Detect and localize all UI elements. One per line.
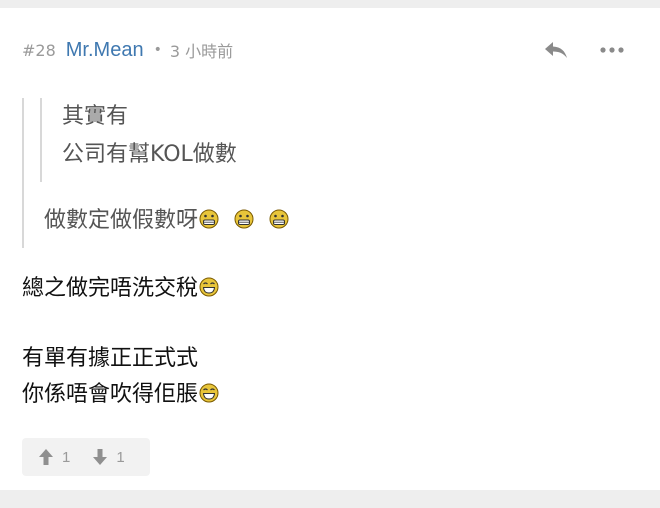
body-line: 總之做完唔洗交稅 bbox=[22, 274, 219, 304]
nested-quote-line: 其實有 bbox=[62, 104, 129, 129]
downvote-count: 1 bbox=[116, 448, 125, 466]
reply-icon bbox=[545, 42, 567, 58]
more-options-button[interactable] bbox=[598, 39, 626, 61]
grin-emoji-icon bbox=[234, 208, 254, 229]
grin-emoji-icon bbox=[199, 208, 219, 229]
floor-number: #28 bbox=[22, 40, 56, 60]
upvote-arrow-icon bbox=[39, 449, 53, 465]
reply-button[interactable] bbox=[543, 39, 569, 61]
laugh-emoji-icon bbox=[199, 276, 219, 297]
comment-header: #28 Mr.Mean • 3 小時前 bbox=[22, 38, 233, 62]
body-line: 你係唔會吹得佢脹 bbox=[22, 380, 219, 410]
downvote-arrow-icon bbox=[93, 449, 108, 465]
upvote-button[interactable]: 1 bbox=[38, 438, 70, 476]
nested-quote-line: 公司有幫KOL做數 bbox=[62, 142, 237, 167]
vote-bar: 1 1 bbox=[22, 438, 150, 476]
body-line: 有單有據正正式式 bbox=[22, 346, 199, 371]
downvote-button[interactable]: 1 bbox=[92, 438, 125, 476]
meta-separator: • bbox=[153, 42, 162, 58]
comment-card: #28 Mr.Mean • 3 小時前 其實有 公司有幫KOL做數 做數定做假數… bbox=[0, 8, 660, 490]
post-time: 3 小時前 bbox=[169, 42, 234, 61]
upvote-count: 1 bbox=[62, 448, 71, 466]
more-icon bbox=[600, 47, 624, 53]
author-name[interactable]: Mr.Mean bbox=[66, 39, 144, 62]
laugh-emoji-icon bbox=[199, 382, 219, 403]
quote-reply-line: 做數定做假數呀 bbox=[44, 206, 289, 236]
grin-emoji-icon bbox=[269, 208, 289, 229]
